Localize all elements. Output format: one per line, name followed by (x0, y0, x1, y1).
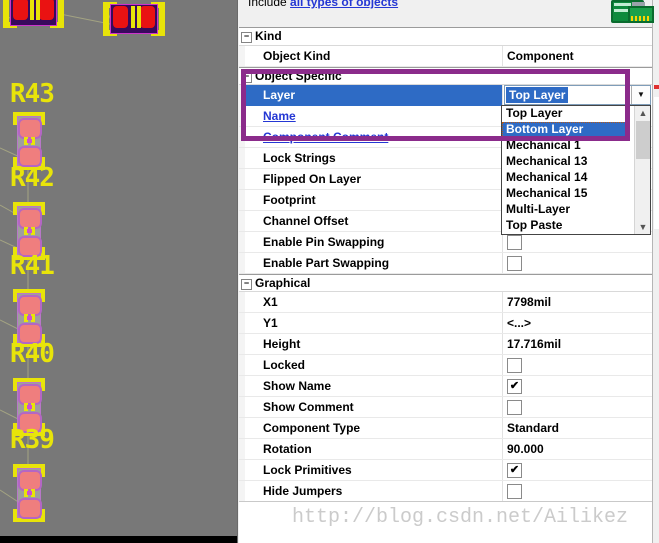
red-marker (654, 85, 659, 89)
dropdown-item-multi-layer[interactable]: Multi-Layer (502, 202, 630, 218)
property-row-object-kind[interactable]: Object KindComponent (239, 46, 652, 67)
property-value-show-name[interactable]: ✔ (502, 376, 652, 396)
checkbox-show-name[interactable]: ✔ (507, 379, 522, 394)
all-types-of-objects-link[interactable]: all types of objects (290, 0, 398, 9)
property-row-enable-part-swapping[interactable]: Enable Part Swapping (239, 253, 652, 274)
property-row-enable-pin-swapping[interactable]: Enable Pin Swapping (239, 232, 652, 253)
property-label-component-type: Component Type (245, 418, 502, 438)
property-label-x1: X1 (245, 292, 502, 312)
property-value-enable-pin-swapping[interactable] (502, 232, 652, 252)
property-value-show-comment[interactable] (502, 397, 652, 417)
dropdown-scrollbar[interactable]: ▲ ▼ (634, 106, 650, 234)
annotation-highlight-box (241, 69, 630, 141)
property-label-rotation: Rotation (245, 439, 502, 459)
property-value-object-kind[interactable]: Component (502, 46, 652, 66)
property-label-enable-pin-swapping: Enable Pin Swapping (245, 232, 502, 252)
checkbox-locked[interactable] (507, 358, 522, 373)
property-row-hide-jumpers[interactable]: Hide Jumpers (239, 481, 652, 502)
designator-r43: R43 (10, 84, 54, 104)
scrollbar-thumb[interactable] (636, 121, 650, 159)
include-label: Include (248, 0, 287, 9)
property-label-hide-jumpers: Hide Jumpers (245, 481, 502, 501)
scroll-down-icon[interactable]: ▼ (636, 220, 650, 234)
pcb-canvas[interactable]: R43 R42 R41 R40 R39 (0, 0, 237, 543)
property-label-flipped-on-layer: Flipped On Layer (245, 169, 502, 189)
property-value-height[interactable]: 17.716mil (502, 334, 652, 354)
property-label-footprint: Footprint (245, 190, 502, 210)
property-label-height: Height (245, 334, 502, 354)
inspector-header: Include all types of objects (238, 0, 652, 27)
property-row-component-type[interactable]: Component TypeStandard (239, 418, 652, 439)
property-row-rotation[interactable]: Rotation90.000 (239, 439, 652, 460)
combobox-dropdown-button[interactable]: ▼ (631, 86, 650, 104)
collapse-icon[interactable]: − (241, 32, 252, 43)
pcb-component-icon[interactable] (611, 0, 652, 23)
property-label-y1: Y1 (245, 313, 502, 333)
designator-r40: R40 (10, 344, 54, 364)
property-row-lock-primitives[interactable]: Lock Primitives ✔ (239, 460, 652, 481)
scroll-up-icon[interactable]: ▲ (636, 106, 650, 120)
property-row-show-comment[interactable]: Show Comment (239, 397, 652, 418)
property-row-locked[interactable]: Locked (239, 355, 652, 376)
property-label-lock-primitives: Lock Primitives (245, 460, 502, 480)
pcb-component-horizontal[interactable] (103, 2, 165, 36)
property-value-y1[interactable]: <...> (502, 313, 652, 333)
property-value-locked[interactable] (502, 355, 652, 375)
right-panel-edge (652, 0, 659, 543)
collapse-icon[interactable]: − (241, 279, 252, 290)
property-value-lock-primitives[interactable]: ✔ (502, 460, 652, 480)
dropdown-item-top-paste[interactable]: Top Paste (502, 218, 630, 234)
section-header-kind[interactable]: −Kind (239, 28, 652, 46)
property-label-enable-part-swapping: Enable Part Swapping (245, 253, 502, 273)
property-label-show-name: Show Name (245, 376, 502, 396)
pcb-component-horizontal[interactable] (3, 0, 64, 28)
pcb-component-r39[interactable] (13, 464, 45, 522)
designator-r41: R41 (10, 256, 54, 276)
property-label-channel-offset: Channel Offset (245, 211, 502, 231)
section-title: Kind (255, 29, 282, 43)
checkbox-show-comment[interactable] (507, 400, 522, 415)
section-header-graphical[interactable]: −Graphical (239, 274, 652, 292)
property-value-hide-jumpers[interactable] (502, 481, 652, 501)
designator-r42: R42 (10, 168, 54, 188)
designator-r39: R39 (10, 430, 54, 450)
pcb-component-r43[interactable] (13, 112, 45, 170)
property-label-object-kind: Object Kind (245, 46, 502, 66)
property-value-rotation[interactable]: 90.000 (502, 439, 652, 459)
checkbox-lock-primitives[interactable]: ✔ (507, 463, 522, 478)
altium-inspector-screen: R43 R42 R41 R40 R39 Include all types of obj… (0, 0, 659, 543)
property-row-show-name[interactable]: Show Name ✔ (239, 376, 652, 397)
pcb-view-bottom-bar (0, 536, 237, 543)
property-label-show-comment: Show Comment (245, 397, 502, 417)
property-value-component-type[interactable]: Standard (502, 418, 652, 438)
dropdown-item-mechanical-14[interactable]: Mechanical 14 (502, 170, 630, 186)
property-label-lock-strings: Lock Strings (245, 148, 502, 168)
checkbox-enable-part-swapping[interactable] (507, 256, 522, 271)
dropdown-item-mechanical-13[interactable]: Mechanical 13 (502, 154, 630, 170)
include-row: Include all types of objects (248, 0, 398, 9)
dropdown-item-mechanical-15[interactable]: Mechanical 15 (502, 186, 630, 202)
checkbox-enable-pin-swapping[interactable] (507, 235, 522, 250)
checkbox-hide-jumpers[interactable] (507, 484, 522, 499)
property-value-enable-part-swapping[interactable] (502, 253, 652, 273)
property-row-y1[interactable]: Y1<...> (239, 313, 652, 334)
property-value-x1[interactable]: 7798mil (502, 292, 652, 312)
property-row-height[interactable]: Height17.716mil (239, 334, 652, 355)
property-row-x1[interactable]: X17798mil (239, 292, 652, 313)
property-label-locked: Locked (245, 355, 502, 375)
watermark-text: http://blog.csdn.net/Ailikez (292, 506, 628, 529)
section-title: Graphical (255, 276, 310, 290)
